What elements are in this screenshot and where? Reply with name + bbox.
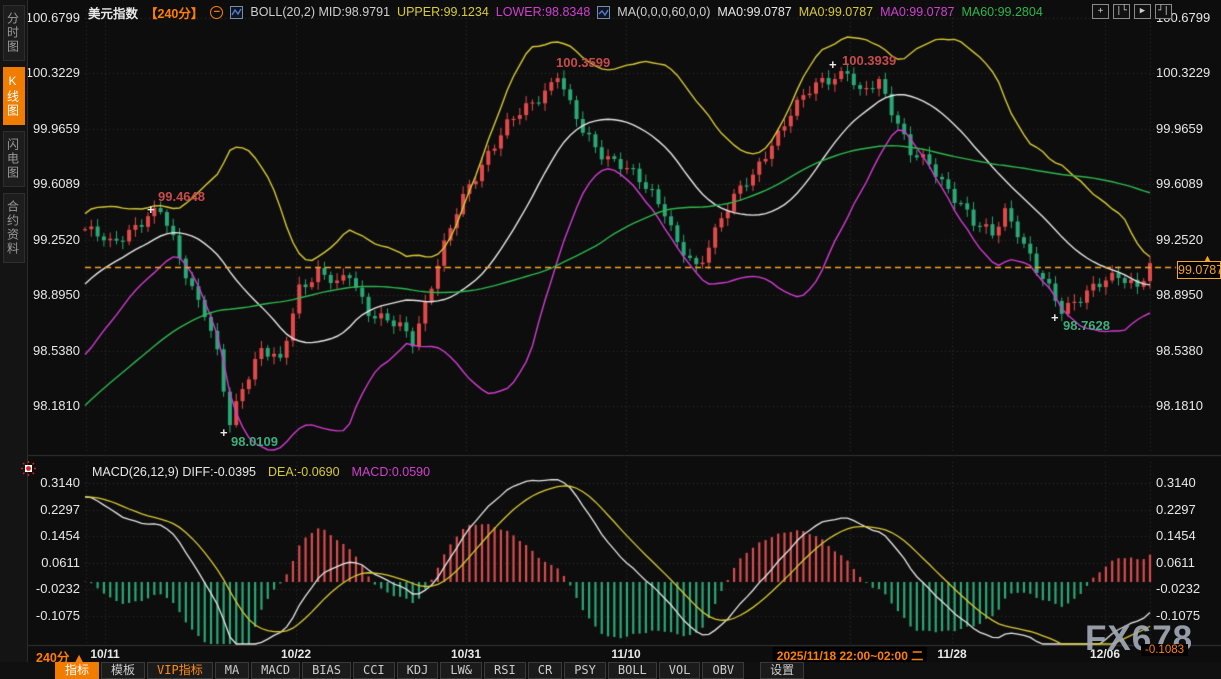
toolbar-item-VIP指标[interactable]: VIP指标 (147, 662, 213, 679)
boll-lower-value: LOWER:98.8348 (496, 5, 591, 19)
toolbar-item-模板[interactable]: 模板 (101, 662, 145, 679)
alert-dot-icon[interactable] (21, 461, 36, 481)
macd-tick-right: 0.0611 (1156, 555, 1195, 570)
ma0-white-value: MA0:99.0787 (717, 5, 791, 19)
toolbar-item-RSI[interactable]: RSI (484, 662, 526, 679)
macd-header: MACD(26,12,9) DIFF:-0.0395 DEA:-0.0690 M… (92, 465, 430, 479)
ma0-yellow-value: MA0:99.0787 (799, 5, 873, 19)
sidebar-tab-3[interactable]: 合约资料 (3, 193, 25, 263)
symbol-name: 美元指数 (88, 3, 138, 22)
toolbar-item-VOL[interactable]: VOL (659, 662, 701, 679)
price-tick-right: 98.8950 (1156, 287, 1203, 302)
current-price-badge: 99.0787 (1177, 261, 1221, 279)
indicator-toolbar: 指标模板VIP指标MAMACDBIASCCIKDJLW&RSICRPSYBOLL… (0, 662, 1221, 679)
price-extreme-label: 98.0109 (231, 434, 278, 449)
toolbar-item-PSY[interactable]: PSY (564, 662, 606, 679)
price-extreme-label: 100.3599 (556, 55, 610, 70)
toolbar-item-KDJ[interactable]: KDJ (397, 662, 439, 679)
macd-tick-right: 0.2297 (1156, 502, 1196, 517)
x-tick-label: 11/28 (937, 647, 966, 661)
toolbar-item-BIAS[interactable]: BIAS (302, 662, 351, 679)
toolbar-item-BOLL[interactable]: BOLL (608, 662, 657, 679)
macd-params-and-diff: MACD(26,12,9) DIFF:-0.0395 (92, 465, 256, 479)
toolbar-item-设置[interactable]: 设置 (760, 662, 804, 679)
window-controls: + |└ ▶ ┘| (1092, 4, 1172, 19)
x-axis: 10/1110/2210/3111/102025/11/18 22:00~02:… (0, 646, 1221, 662)
price-tick-right: 100.3229 (1156, 65, 1210, 80)
price-tick-right: 99.6089 (1156, 176, 1203, 191)
macd-value: MACD:0.0590 (352, 465, 431, 479)
boll-upper-value: UPPER:99.1234 (397, 5, 489, 19)
price-tick-right: 99.9659 (1156, 121, 1203, 136)
x-tick-label: 10/22 (281, 647, 311, 661)
price-extreme-label: 100.3939 (842, 53, 896, 68)
sidebar-tab-2[interactable]: 闪电图 (3, 131, 25, 187)
chart-header: 美元指数 【240分】 − BOLL(20,2) MID:98.9791 UPP… (88, 3, 1043, 21)
axis-left-icon[interactable]: |└ (1113, 4, 1130, 19)
toolbar-item-MA[interactable]: MA (215, 662, 249, 679)
toolbar-item-CCI[interactable]: CCI (353, 662, 395, 679)
price-tick-right: 98.5380 (1156, 343, 1203, 358)
ma0-magenta-value: MA0:99.0787 (880, 5, 954, 19)
x-tick-label: 10/31 (451, 647, 481, 661)
sidebar-tab-0[interactable]: 分时图 (3, 5, 25, 61)
x-tick-label: 10/11 (90, 647, 119, 661)
extreme-cross-marker: + (220, 425, 228, 440)
boll-values: BOLL(20,2) MID:98.9791 (250, 5, 390, 19)
sidebar-tab-1[interactable]: K线图 (3, 67, 25, 125)
remove-indicator-icon[interactable]: − (210, 6, 223, 19)
price-tick-right: 98.1810 (1156, 398, 1203, 413)
toolbar-item-OBV[interactable]: OBV (702, 662, 744, 679)
x-tick-label: 11/10 (611, 647, 640, 661)
macd-tick-right: 0.3140 (1156, 475, 1196, 490)
toolbar-item-CR[interactable]: CR (528, 662, 562, 679)
axis-play-icon[interactable]: ▶ (1134, 4, 1151, 19)
macd-dea-value: DEA:-0.0690 (268, 465, 340, 479)
ma-params: MA(0,0,0,60,0,0) (617, 5, 710, 19)
ma60-value: MA60:99.2804 (961, 5, 1042, 19)
extreme-cross-marker: + (1051, 310, 1059, 325)
ma-indicator-icon[interactable] (597, 6, 610, 19)
boll-indicator-icon[interactable] (230, 6, 243, 19)
extreme-cross-marker: + (829, 57, 837, 72)
toolbar-item-LW&[interactable]: LW& (440, 662, 482, 679)
macd-tick-right: -0.0232 (1156, 581, 1200, 596)
macd-latest-badge: -0.1083 (1141, 644, 1188, 656)
sidebar: 分时图 K线图闪电图合约资料 (0, 0, 28, 679)
toolbar-item-指标[interactable]: 指标 (55, 662, 99, 679)
price-chart-canvas[interactable] (0, 0, 1221, 679)
period-tag: 【240分】 (145, 3, 203, 22)
axis-right-icon[interactable]: ┘| (1155, 4, 1172, 19)
price-extreme-label: 98.7628 (1063, 318, 1110, 333)
price-extreme-label: 99.4648 (158, 189, 205, 204)
chart-window: 分时图 K线图闪电图合约资料 美元指数 【240分】 − BOLL(20,2) M… (0, 0, 1221, 679)
macd-tick-right: 0.1454 (1156, 528, 1196, 543)
pan-icon[interactable]: + (1092, 4, 1109, 19)
toolbar-item-MACD[interactable]: MACD (251, 662, 300, 679)
price-tick-right: 99.2520 (1156, 232, 1203, 247)
extreme-cross-marker: + (147, 202, 155, 217)
